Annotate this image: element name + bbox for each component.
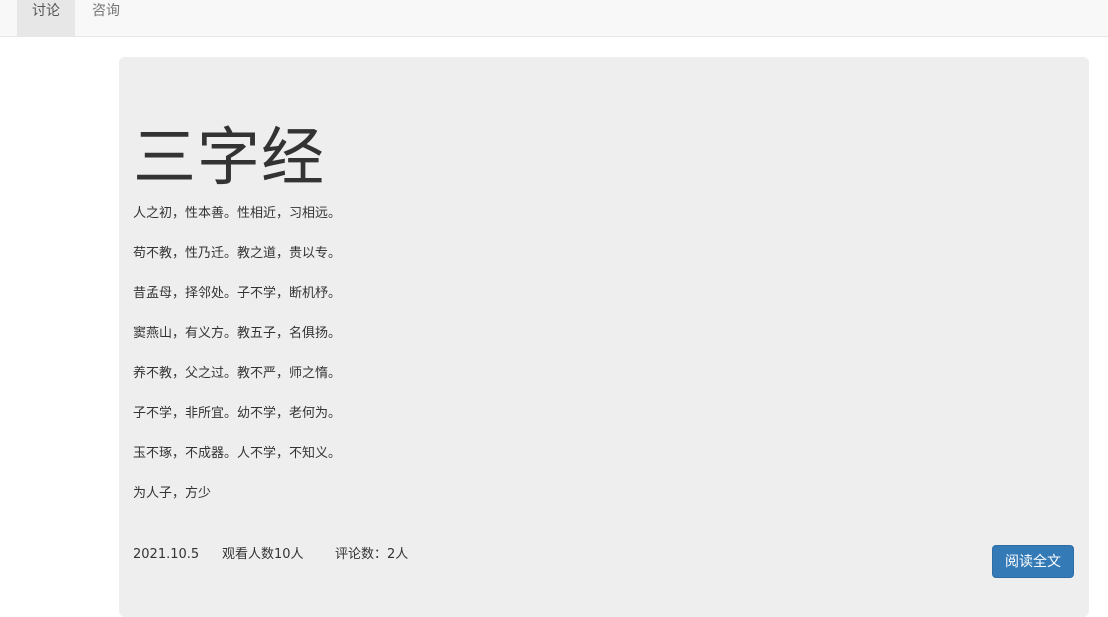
article-line: 昔孟母，择邻处。子不学，断机杼。 <box>133 286 342 301</box>
article-line: 为人子，方少 <box>133 486 212 501</box>
article-date: 2021.10.5 <box>133 547 200 562</box>
read-full-button[interactable]: 阅读全文 <box>992 545 1074 578</box>
article-line: 养不教，父之过。教不严，师之惰。 <box>133 366 342 381</box>
view-count: 观看人数10人 <box>222 547 304 562</box>
article-line: 窦燕山，有义方。教五子，名俱扬。 <box>133 326 342 341</box>
article-line: 玉不琢，不成器。人不学，不知义。 <box>133 446 342 461</box>
article-line: 子不学，非所宜。幼不学，老何为。 <box>133 406 342 421</box>
tab-consult[interactable]: 咨询 <box>76 0 136 36</box>
top-navbar: 讨论 咨询 <box>0 0 1108 37</box>
article-line: 苟不教，性乃迁。教之道，贵以专。 <box>133 246 342 261</box>
article-line: 人之初，性本善。性相近，习相远。 <box>133 206 342 221</box>
tab-discuss[interactable]: 讨论 <box>17 0 75 36</box>
article-title: 三字经 <box>133 121 325 194</box>
comment-count: 评论数：2人 <box>335 547 409 562</box>
